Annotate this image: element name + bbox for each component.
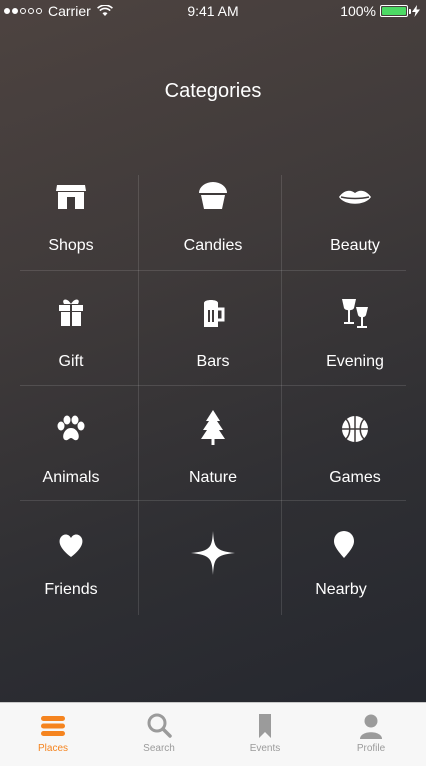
category-nature[interactable]: Nature <box>142 387 284 503</box>
category-label: Gift <box>58 353 84 370</box>
charging-bolt-icon <box>412 5 420 17</box>
tab-label: Profile <box>356 743 386 754</box>
heart-icon <box>59 534 83 557</box>
cupcake-icon <box>199 182 227 209</box>
category-label: Shops <box>48 237 94 254</box>
battery-icon <box>380 5 411 17</box>
status-bar: Carrier 9:41 AM 100% <box>0 0 426 22</box>
category-bars[interactable]: Bars <box>142 271 284 387</box>
wine-glasses-icon <box>342 299 368 328</box>
category-animals[interactable]: Animals <box>0 387 142 503</box>
category-label: Nearby <box>315 581 367 598</box>
status-right: 100% <box>340 3 420 19</box>
category-gift[interactable]: Gift <box>0 271 142 387</box>
menu-icon <box>41 716 65 736</box>
battery-percent: 100% <box>340 3 376 19</box>
shop-icon <box>56 185 86 209</box>
location-pin-icon <box>333 531 354 558</box>
gift-icon <box>59 299 83 326</box>
tab-places[interactable]: Places <box>0 703 106 766</box>
category-label: Candies <box>183 237 243 254</box>
tab-search[interactable]: Search <box>106 703 212 766</box>
add-sparkle-icon <box>191 531 235 575</box>
person-icon <box>360 714 382 739</box>
window-edge <box>426 0 434 766</box>
app-screen: Carrier 9:41 AM 100% Categories Shops Ca… <box>0 0 426 766</box>
category-friends[interactable]: Friends <box>0 503 142 619</box>
category-label: Friends <box>44 581 98 598</box>
bookmark-icon <box>259 714 271 738</box>
paw-icon <box>57 415 85 441</box>
page-title: Categories <box>164 80 262 102</box>
category-shops[interactable]: Shops <box>0 155 142 271</box>
tab-label: Events <box>249 743 281 754</box>
beer-mug-icon <box>204 300 225 327</box>
category-label: Games <box>329 469 381 486</box>
category-label: Animals <box>42 469 100 486</box>
category-evening[interactable]: Evening <box>284 271 426 387</box>
lips-icon <box>339 190 371 204</box>
tree-icon <box>201 410 225 445</box>
category-label: Nature <box>188 469 238 486</box>
search-icon <box>147 713 172 738</box>
tab-bar: Places Search Events Profile <box>0 702 426 766</box>
tab-profile[interactable]: Profile <box>318 703 424 766</box>
add-category-button[interactable] <box>142 503 284 619</box>
basketball-icon <box>342 416 368 442</box>
tab-label: Search <box>143 743 175 754</box>
category-games[interactable]: Games <box>284 387 426 503</box>
tab-events[interactable]: Events <box>212 703 318 766</box>
tab-label: Places <box>37 743 68 754</box>
category-label: Beauty <box>330 237 380 254</box>
category-candies[interactable]: Candies <box>142 155 284 271</box>
category-label: Bars <box>196 353 230 370</box>
category-nearby[interactable]: Nearby <box>284 503 426 619</box>
category-label: Evening <box>326 353 384 370</box>
category-beauty[interactable]: Beauty <box>284 155 426 271</box>
